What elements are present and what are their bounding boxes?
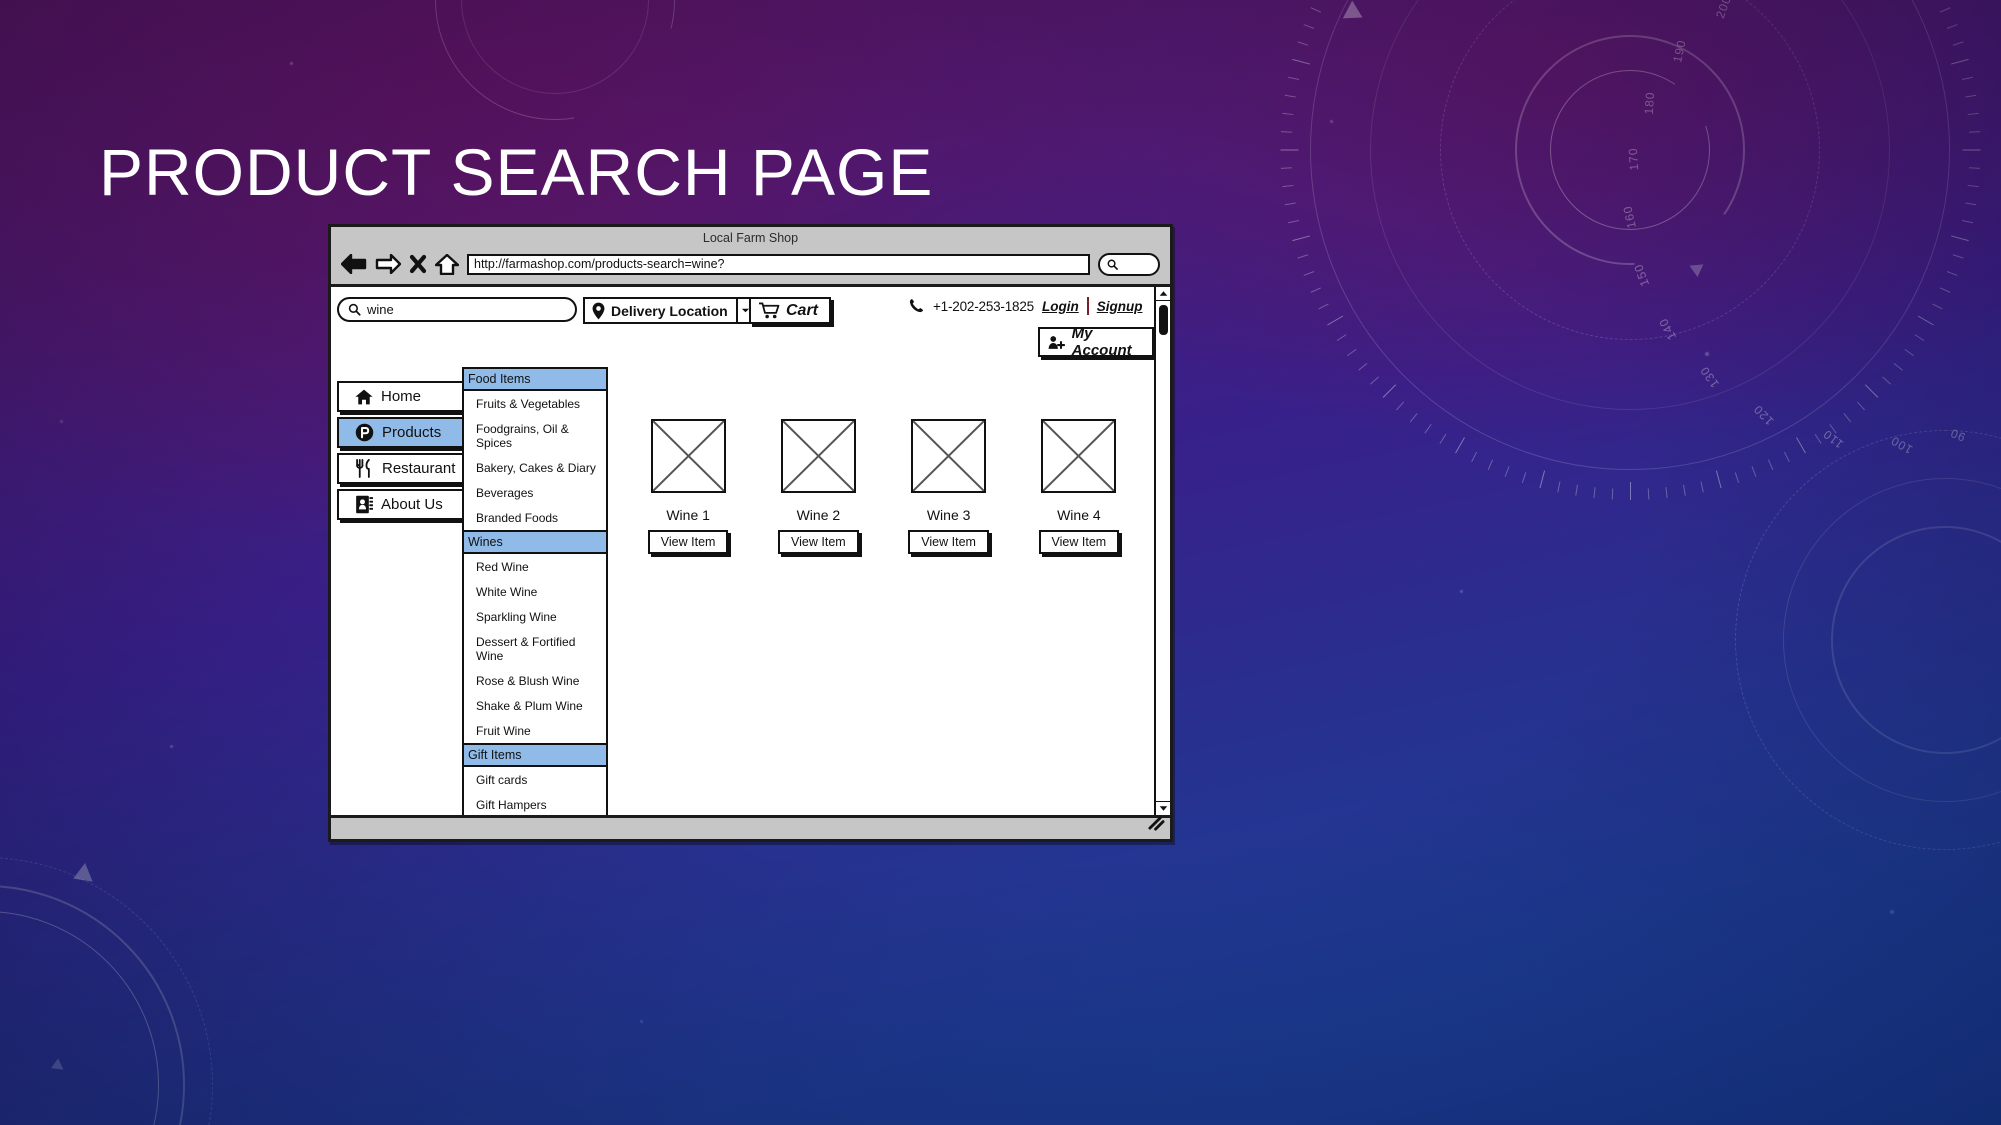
category-item[interactable]: Dessert & Fortified Wine [464,629,606,668]
chevron-down-icon [1159,806,1167,811]
contact-book-icon [356,495,373,514]
browser-status-bar [331,815,1170,839]
category-item[interactable]: Fruits & Vegetables [464,391,606,416]
category-item[interactable]: Branded Foods [464,505,606,530]
product-results-grid: Wine 1 View Item Wine 2 View Item Wine 3… [623,419,1144,554]
category-item[interactable]: White Wine [464,579,606,604]
delivery-location-label: Delivery Location [611,302,728,319]
forward-arrow-icon[interactable] [375,254,401,274]
scroll-down-button[interactable] [1156,801,1170,815]
map-pin-icon [592,302,605,319]
category-header-gift-items[interactable]: Gift Items [464,743,606,767]
product-name: Wine 3 [926,507,971,523]
fork-knife-icon [355,459,370,478]
login-link[interactable]: Login [1042,299,1079,314]
category-item[interactable]: Shake & Plum Wine [464,693,606,718]
delivery-location-select[interactable]: Delivery Location [583,297,756,324]
sidebar-item-label: Restaurant [382,460,456,477]
sidebar-item-products[interactable]: Products [337,417,466,448]
my-account-button[interactable]: My Account [1038,325,1154,359]
product-search-input[interactable]: wine [337,297,577,322]
category-item[interactable]: Sparkling Wine [464,604,606,629]
browser-chrome: Local Farm Shop http://farmashop.com/pro… [331,227,1170,287]
page-title: PRODUCT SEARCH PAGE [99,135,934,209]
view-item-button[interactable]: View Item [778,530,859,554]
category-header-wines[interactable]: Wines [464,530,606,554]
product-card: Wine 3 View Item [884,419,1014,554]
category-item[interactable]: Gift Hampers [464,792,606,815]
resize-grip-icon[interactable] [1147,815,1165,836]
scroll-up-button[interactable] [1156,287,1170,301]
product-image-placeholder [1041,419,1117,493]
browser-window-mockup: Local Farm Shop http://farmashop.com/pro… [328,224,1173,842]
category-item[interactable]: Beverages [464,480,606,505]
product-card: Wine 2 View Item [753,419,883,554]
view-item-button[interactable]: View Item [1038,530,1120,554]
category-item[interactable]: Gift cards [464,767,606,792]
sidebar-item-label: Home [381,388,422,405]
sidebar-item-label: Products [382,424,442,441]
shopping-cart-icon [759,302,780,319]
product-image-placeholder [780,419,856,493]
browser-viewport: wine Delivery Location Cart +1-202-253-1… [331,287,1170,815]
my-account-label: My Account [1071,325,1132,359]
category-item[interactable]: Bakery, Cakes & Diary [464,455,606,480]
category-item[interactable]: Red Wine [464,554,606,579]
product-image-placeholder [911,419,987,493]
cart-label: Cart [786,301,819,319]
product-image-placeholder [650,419,726,493]
category-item[interactable]: Foodgrains, Oil & Spices [464,416,606,455]
vertical-scrollbar[interactable] [1154,287,1170,815]
sidebar-item-about-us[interactable]: About Us [337,489,466,520]
sidebar-item-label: About Us [381,496,443,513]
category-flyout-menu: Food Items Fruits & Vegetables Foodgrain… [462,367,608,815]
product-search-value: wine [367,302,394,317]
category-item[interactable]: Fruit Wine [464,718,606,743]
products-circle-p-icon [355,423,374,442]
scrollbar-thumb[interactable] [1158,305,1168,335]
signup-link[interactable]: Signup [1097,299,1143,314]
phone-number: +1-202-253-1825 [933,298,1034,314]
cart-button[interactable]: Cart [749,297,832,324]
add-user-icon [1048,335,1065,349]
product-name: Wine 4 [1057,507,1101,523]
url-bar[interactable]: http://farmashop.com/products-search=win… [467,253,1090,275]
back-arrow-icon[interactable] [341,254,367,274]
home-icon [355,389,373,404]
search-icon [1107,259,1118,270]
product-name: Wine 2 [796,507,841,523]
links-divider [1086,297,1089,315]
sidebar-nav: Home Products Restaurant About Us [337,381,466,525]
phone-icon [909,298,924,313]
sidebar-item-home[interactable]: Home [337,381,466,412]
home-icon[interactable] [435,253,459,275]
sidebar-item-restaurant[interactable]: Restaurant [337,453,466,484]
page-content: wine Delivery Location Cart +1-202-253-1… [331,287,1154,815]
product-name: Wine 1 [666,507,710,523]
view-item-button[interactable]: View Item [908,530,989,554]
url-text: http://farmashop.com/products-search=win… [474,257,725,271]
view-item-button[interactable]: View Item [647,530,729,554]
category-header-food-items[interactable]: Food Items [464,369,606,391]
product-card: Wine 4 View Item [1014,419,1144,554]
search-icon [348,303,361,316]
account-links-group: +1-202-253-1825 Login Signup [909,297,1142,315]
browser-window-title: Local Farm Shop [702,231,799,245]
chevron-up-icon [1159,291,1167,296]
category-item[interactable]: Rose & Blush Wine [464,668,606,693]
stop-x-icon[interactable] [409,254,427,274]
product-card: Wine 1 View Item [623,419,753,554]
browser-search-box[interactable] [1098,252,1160,276]
